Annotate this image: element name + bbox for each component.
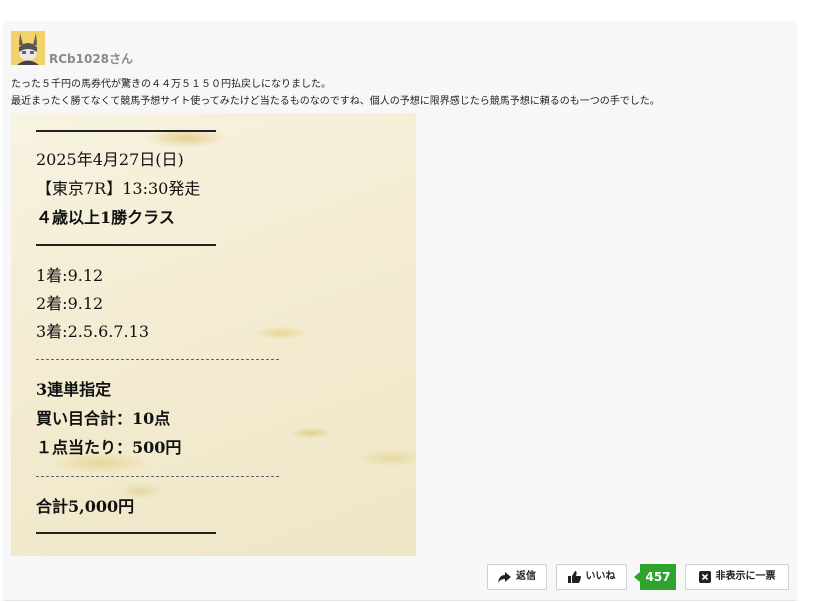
ticket-per-point: １点当たり：500円	[36, 438, 182, 457]
ticket-dashed-rule	[36, 476, 279, 477]
thumbs-up-icon	[567, 571, 581, 583]
avatar-image	[11, 31, 45, 65]
ticket-class: ４歳以上1勝クラス	[36, 208, 175, 227]
hide-vote-label: 非表示に一票	[715, 571, 776, 582]
ticket-first: 1着:9.12	[36, 266, 104, 285]
like-label: いいね	[585, 571, 616, 582]
ticket-rule	[36, 130, 216, 132]
ticket-rule	[36, 244, 216, 246]
reply-button[interactable]: 返信	[487, 564, 547, 590]
ticket-third: 3着:2.5.6.7.13	[36, 322, 149, 341]
ticket-race: 【東京7R】13:30発走	[36, 179, 201, 198]
ticket-total: 合計5,000円	[36, 497, 135, 516]
ticket-date: 2025年4月27日(日)	[36, 150, 184, 169]
ticket-dashed-rule	[36, 359, 279, 360]
comment-text-line-1: たった５千円の馬券代が驚きの４４万５１５０円払戻しになりました。	[11, 79, 331, 90]
comment-text-line-2: 最近まったく勝てなくて競馬予想サイト使ってみたけど当たるものなのですね、個人の予…	[11, 96, 660, 107]
ticket-image: 2025年4月27日(日) 【東京7R】13:30発走 ４歳以上1勝クラス 1着…	[11, 113, 416, 556]
username[interactable]: RCb1028さん	[49, 52, 133, 66]
like-count-badge: 457	[634, 564, 676, 590]
reply-arrow-icon	[498, 571, 511, 583]
ticket-rule	[36, 532, 216, 534]
reply-label: 返信	[516, 571, 536, 582]
hide-vote-button[interactable]: 非表示に一票	[685, 564, 789, 590]
ticket-bet-type: 3連単指定	[36, 380, 112, 399]
ticket-points: 買い目合計：10点	[36, 409, 171, 428]
like-button[interactable]: いいね	[556, 564, 627, 590]
user-avatar[interactable]	[11, 31, 45, 65]
ticket-second: 2着:9.12	[36, 294, 104, 313]
card-divider	[3, 600, 797, 601]
hide-x-icon	[698, 571, 711, 583]
